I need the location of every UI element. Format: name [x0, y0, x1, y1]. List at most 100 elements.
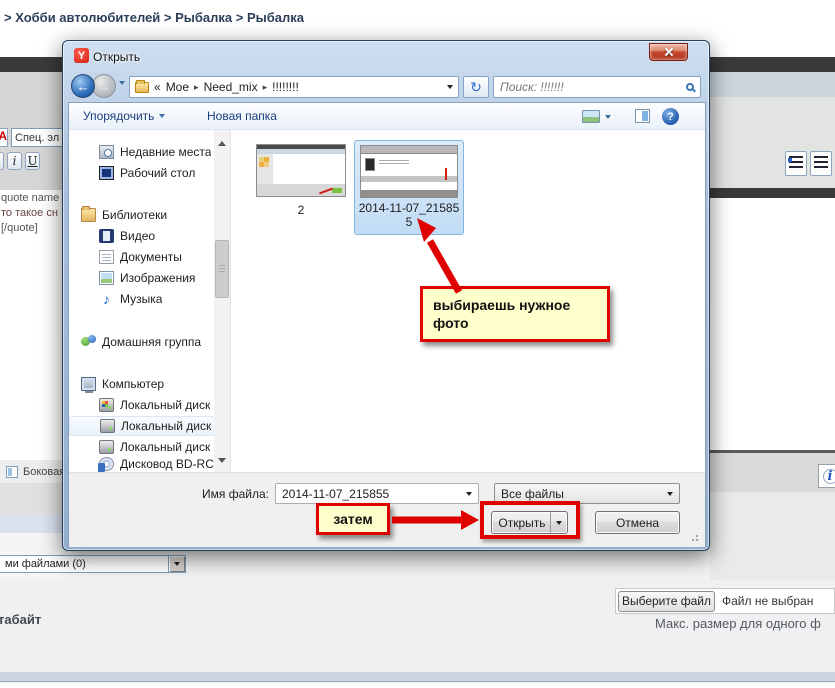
file-input-control: Выберите файл Файл не выбран	[615, 588, 835, 614]
italic-button[interactable]: i	[7, 152, 22, 170]
close-icon	[664, 47, 674, 57]
choose-file-button[interactable]: Выберите файл	[618, 591, 715, 612]
back-button[interactable]: ←	[71, 74, 95, 98]
sidebar-item-bd-drive[interactable]: Дисковод BD-RC	[69, 454, 219, 474]
align-text-button[interactable]	[810, 151, 832, 176]
sidebar-item-recent[interactable]: Недавние места	[69, 142, 219, 162]
editor-quote-line-1: quote name	[1, 191, 59, 206]
organize-button[interactable]: Упорядочить	[83, 109, 165, 123]
sidebar-item-local-disk-d[interactable]: Локальный диск	[69, 416, 219, 436]
format-button-partial[interactable]	[0, 152, 4, 170]
new-folder-button[interactable]: Новая папка	[207, 109, 277, 123]
callout-select-photo: выбираешь нужное фото	[420, 286, 610, 342]
help-button[interactable]: ?	[662, 108, 679, 125]
filename-combo[interactable]: 2014-11-07_215855	[275, 483, 479, 504]
computer-icon	[81, 377, 96, 391]
search-box[interactable]	[493, 76, 701, 98]
max-size-label: Макс. размер для одного ф	[655, 616, 821, 631]
folder-icon	[135, 82, 149, 93]
sidebar-scrollbar[interactable]	[214, 130, 230, 472]
open-button-highlight	[480, 501, 580, 539]
breadcrumb-arrow-icon: ▸	[194, 82, 199, 93]
address-segment-moe[interactable]: Moe	[166, 80, 189, 94]
screen: > Хобби автолюбителей > Рыбалка > Рыбалк…	[0, 0, 835, 688]
preview-pane-button[interactable]	[635, 109, 650, 123]
pictures-icon	[99, 271, 114, 285]
file-thumbnail	[360, 145, 458, 198]
sidebar-item-homegroup[interactable]: Домашняя группа	[69, 332, 219, 352]
breadcrumb-arrow-icon: ▸	[263, 82, 268, 93]
open-file-dialog: Y Открыть ← → « Moe ▸ Need_mix ▸ !!!!!!!…	[62, 40, 710, 551]
address-segment-current[interactable]: !!!!!!!!	[272, 80, 299, 94]
views-icon	[582, 110, 600, 123]
breadcrumb[interactable]: > Хобби автолюбителей > Рыбалка > Рыбалк…	[4, 10, 304, 25]
sidebar-item-music[interactable]: ♪Музыка	[69, 289, 219, 309]
music-icon: ♪	[99, 292, 114, 306]
page-right-band-4	[710, 492, 835, 580]
filename-value: 2014-11-07_215855	[282, 487, 462, 501]
scroll-up-icon[interactable]	[214, 136, 230, 151]
editor-quote-line-3: [/quote]	[1, 221, 38, 236]
dialog-title: Открыть	[93, 50, 140, 64]
drive-icon	[99, 440, 114, 454]
resize-grip-icon[interactable]	[688, 531, 698, 541]
views-button[interactable]	[582, 110, 611, 123]
chevron-down-icon	[466, 492, 472, 496]
address-bar[interactable]: « Moe ▸ Need_mix ▸ !!!!!!!!	[129, 76, 459, 98]
help-icon: ?	[662, 108, 679, 125]
align-lines-icon	[814, 156, 828, 171]
new-folder-label: Новая папка	[207, 109, 277, 123]
files-dropdown-value: ми файлами (0)	[0, 558, 86, 570]
info-icon: i	[823, 469, 835, 484]
libraries-icon	[81, 208, 96, 222]
page-footer-bar	[0, 672, 835, 682]
search-icon	[686, 83, 694, 91]
file-input-status: Файл не выбран	[722, 594, 813, 608]
yandex-icon: Y	[74, 48, 89, 63]
filename-label: Имя файла:	[202, 487, 269, 501]
homegroup-icon	[81, 335, 96, 349]
places-sidebar: Недавние места Рабочий стол Библиотеки В…	[69, 130, 231, 472]
sidebar-item-pictures[interactable]: Изображения	[69, 268, 219, 288]
file-tile-selected[interactable]: 2014-11-07_215855	[354, 140, 464, 235]
file-thumbnail	[256, 144, 346, 197]
preview-pane-icon	[635, 109, 650, 123]
size-fragment-text: табайт	[0, 612, 41, 627]
history-dropdown[interactable]	[119, 85, 125, 103]
address-dropdown-icon[interactable]	[447, 85, 453, 89]
editor-quote-line-2: то такое сн	[1, 206, 58, 221]
cancel-button[interactable]: Отмена	[595, 511, 680, 534]
dialog-body: Упорядочить Новая папка ?	[68, 102, 706, 547]
dropdown-arrow-button[interactable]	[168, 556, 185, 572]
forward-button[interactable]: →	[92, 74, 116, 98]
filetype-value: Все файлы	[501, 487, 663, 501]
refresh-icon: ↻	[470, 79, 482, 96]
sidebar-item-libraries[interactable]: Библиотеки	[69, 205, 219, 225]
sidebar-item-desktop[interactable]: Рабочий стол	[69, 163, 219, 183]
address-segment-needmix[interactable]: Need_mix	[204, 80, 258, 94]
sidebar-item-local-disk-c[interactable]: Локальный диск	[69, 395, 219, 415]
underline-button[interactable]: U	[25, 152, 40, 170]
sidebar-item-computer[interactable]: Компьютер	[69, 374, 219, 394]
back-arrow-icon: ←	[77, 79, 90, 94]
sidebar-item-documents[interactable]: Документы	[69, 247, 219, 267]
insert-list-button[interactable]	[785, 151, 807, 176]
documents-icon	[99, 250, 114, 264]
refresh-button[interactable]: ↻	[463, 76, 489, 98]
files-dropdown[interactable]: ми файлами (0)	[0, 555, 186, 573]
chevron-down-icon	[667, 492, 673, 496]
scrollbar-thumb[interactable]	[215, 240, 229, 298]
font-color-button-partial[interactable]: А	[0, 128, 8, 147]
sidebar-item-video[interactable]: Видео	[69, 226, 219, 246]
chevron-down-icon	[159, 114, 165, 118]
chevron-down-icon	[605, 115, 611, 119]
file-tile-2[interactable]: 2	[255, 144, 347, 217]
scroll-down-icon[interactable]	[214, 453, 230, 468]
organize-label: Упорядочить	[83, 109, 154, 123]
search-input[interactable]	[500, 80, 686, 94]
checkbox-icon	[6, 466, 18, 478]
address-prefix: «	[154, 80, 161, 94]
close-button[interactable]	[649, 43, 688, 61]
page-band-1	[0, 483, 62, 515]
info-button[interactable]: i	[818, 464, 835, 488]
